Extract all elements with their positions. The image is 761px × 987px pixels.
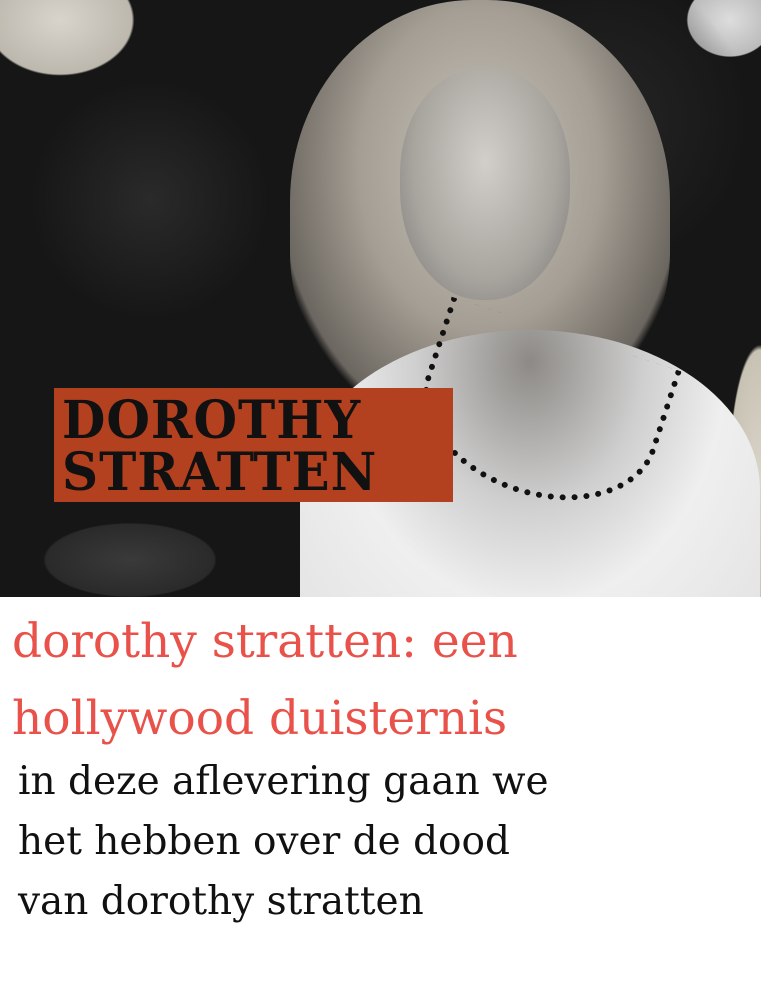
label-line: STRATTEN	[62, 440, 378, 503]
portrait-face	[400, 70, 570, 300]
description-line: van dorothy stratten	[18, 879, 424, 924]
episode-title: dorothy stratten: een hollywood duistern…	[12, 603, 518, 757]
description-line: het hebben over de dood	[18, 819, 510, 864]
episode-description: in deze aflevering gaan we het hebben ov…	[18, 752, 549, 932]
label-line: DOROTHY	[62, 388, 362, 451]
name-label: DOROTHY STRATTEN	[54, 388, 453, 502]
title-line: hollywood duisternis	[12, 691, 508, 746]
title-line: dorothy stratten: een	[12, 614, 518, 669]
cover-image: DOROTHY STRATTEN	[0, 0, 761, 597]
description-line: in deze aflevering gaan we	[18, 759, 549, 804]
